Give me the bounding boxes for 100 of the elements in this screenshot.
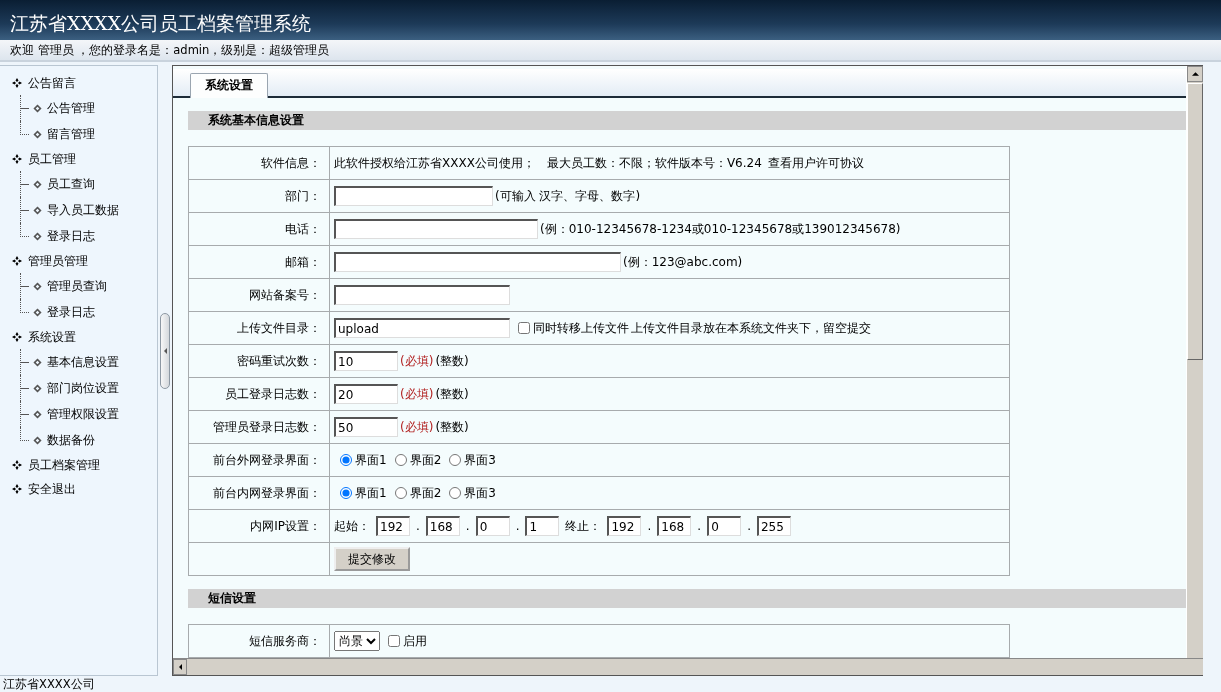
- field-label: 前台外网登录界面：: [188, 443, 330, 477]
- input-field[interactable]: 192: [607, 516, 642, 536]
- diamond-icon: [33, 383, 42, 393]
- checkbox-label: 同时转移上传文件: [533, 319, 629, 337]
- input-field[interactable]: [334, 285, 510, 305]
- hint-text: (可输入 汉字、字母、数字): [495, 187, 641, 205]
- menu-item[interactable]: 公告管理: [29, 95, 95, 121]
- menu-item[interactable]: 员工查询: [29, 171, 95, 197]
- radio-label: 界面2: [409, 451, 442, 469]
- required-note: (必填): [400, 418, 434, 436]
- diamond-icon: [33, 231, 42, 241]
- diamond-icon: [33, 103, 42, 113]
- input-field[interactable]: 0: [707, 516, 742, 536]
- menu-item[interactable]: 基本信息设置: [29, 349, 119, 375]
- welcome-text: 欢迎 管理员 ，您的登录名是：admin，级别是：超级管理员: [10, 42, 330, 58]
- hint-text: (整数): [435, 352, 469, 370]
- menu-item[interactable]: 登录日志: [29, 223, 95, 249]
- diamond-icon: [12, 78, 22, 88]
- hint-text: 起始：: [334, 517, 370, 535]
- radio-button[interactable]: [340, 454, 352, 466]
- hint-text: .: [647, 519, 652, 533]
- section-header: 短信设置: [188, 589, 1186, 608]
- input-field[interactable]: 255: [756, 516, 791, 536]
- vertical-scrollbar[interactable]: [1186, 66, 1203, 658]
- diamond-icon: [33, 129, 42, 139]
- submit-button[interactable]: 提交修改: [334, 547, 410, 571]
- app-title: 江苏省XXXX公司员工档案管理系统: [10, 11, 312, 36]
- diamond-icon: [33, 357, 42, 367]
- hint-text: 终止：: [565, 517, 602, 535]
- checkbox[interactable]: [518, 322, 530, 334]
- checkbox-label: 启用: [403, 632, 427, 650]
- diamond-icon: [12, 154, 22, 164]
- collapse-handle[interactable]: [160, 312, 170, 389]
- menu-group[interactable]: 安全退出: [0, 477, 157, 501]
- diamond-icon: [33, 409, 42, 419]
- radio-button[interactable]: [449, 454, 462, 466]
- menu-group[interactable]: 员工档案管理: [0, 453, 157, 477]
- diamond-icon: [33, 179, 42, 189]
- input-field[interactable]: 168: [657, 516, 692, 536]
- menu-item[interactable]: 数据备份: [29, 427, 95, 453]
- input-field[interactable]: 50: [334, 417, 398, 437]
- horizontal-scrollbar[interactable]: [173, 658, 1203, 675]
- field-label: 内网IP设置：: [188, 509, 330, 543]
- collapse-icon: [163, 347, 167, 354]
- diamond-icon: [12, 332, 22, 342]
- input-field[interactable]: 168: [425, 516, 460, 536]
- menu-group[interactable]: 系统设置: [0, 325, 157, 349]
- field-label: 密码重试次数：: [188, 344, 330, 378]
- menu-item[interactable]: 管理权限设置: [29, 401, 119, 427]
- radio-button[interactable]: [394, 487, 407, 499]
- menu-item[interactable]: 管理员查询: [29, 273, 107, 299]
- provider-select[interactable]: 尚景: [334, 631, 380, 651]
- radio-label: 界面1: [355, 484, 387, 502]
- diamond-icon: [12, 460, 22, 470]
- hint-text: 上传文件目录放在本系统文件夹下，留空提交: [631, 319, 871, 337]
- input-field[interactable]: 192: [376, 516, 410, 536]
- radio-button[interactable]: [340, 487, 352, 499]
- hint-text: (整数): [435, 418, 469, 436]
- license-link[interactable]: 查看用户许可协议: [767, 154, 864, 172]
- hint-text: .: [515, 519, 520, 533]
- radio-label: 界面2: [409, 484, 442, 502]
- radio-label: 界面3: [464, 451, 496, 469]
- input-field[interactable]: 20: [334, 384, 398, 404]
- input-field[interactable]: 10: [334, 351, 398, 371]
- input-field[interactable]: 0: [475, 516, 510, 536]
- menu-item[interactable]: 留言管理: [29, 121, 95, 147]
- menu-item[interactable]: 部门岗位设置: [29, 375, 119, 401]
- checkbox[interactable]: [388, 635, 400, 647]
- input-field[interactable]: [334, 186, 493, 206]
- input-field[interactable]: [334, 219, 538, 239]
- scroll-left-button[interactable]: [173, 659, 187, 675]
- menu-group[interactable]: 管理员管理: [0, 249, 157, 273]
- info-text: 此软件授权给江苏省XXXX公司使用； 最大员工数：不限；软件版本号：V6.24: [334, 154, 762, 172]
- input-field[interactable]: 1: [525, 516, 560, 536]
- input-field[interactable]: upload: [334, 318, 510, 338]
- required-note: (必填): [400, 352, 434, 370]
- radio-button[interactable]: [394, 454, 407, 466]
- left-arrow-icon: [178, 664, 182, 670]
- menu-item[interactable]: 导入员工数据: [29, 197, 119, 223]
- menu-item[interactable]: 登录日志: [29, 299, 95, 325]
- section-header: 系统基本信息设置: [188, 111, 1186, 130]
- input-field[interactable]: [334, 252, 621, 272]
- menu-group[interactable]: 员工管理: [0, 147, 157, 171]
- field-label: 邮箱：: [188, 245, 330, 279]
- diamond-icon: [33, 281, 42, 291]
- diamond-icon: [33, 307, 42, 317]
- field-label: 前台内网登录界面：: [188, 476, 330, 510]
- field-label: 网站备案号：: [188, 278, 330, 312]
- scroll-thumb[interactable]: [1187, 83, 1203, 360]
- hint-text: (整数): [435, 385, 469, 403]
- field-label: 管理员登录日志数：: [188, 410, 330, 444]
- hint-text: .: [697, 519, 702, 533]
- field-label: 上传文件目录：: [188, 311, 330, 345]
- menu-group[interactable]: 公告留言: [0, 71, 157, 95]
- tab[interactable]: 系统设置: [190, 73, 268, 98]
- hint-text: .: [416, 519, 420, 533]
- radio-button[interactable]: [449, 487, 462, 499]
- hint-text: (例：010-12345678-1234或010-12345678或139012345678): [540, 220, 901, 238]
- scroll-up-button[interactable]: [1187, 66, 1203, 82]
- up-arrow-icon: [1191, 72, 1199, 76]
